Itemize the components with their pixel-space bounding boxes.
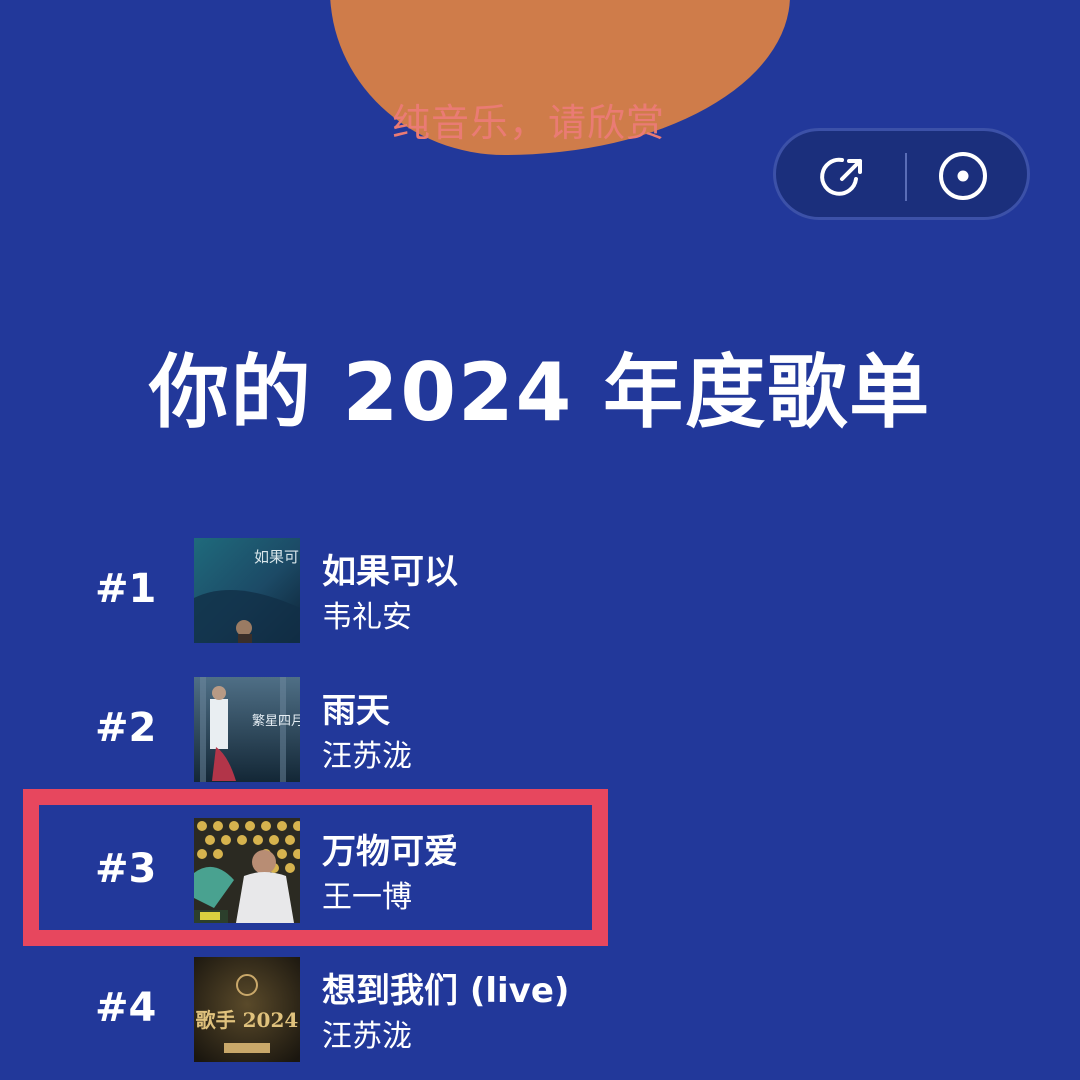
year-playlist-screen: 纯音乐，请欣赏 你的 2024 年度歌单 #1 如果可 如果可以 韦礼安 #2 …: [0, 0, 1080, 1080]
song-artist: 王一博: [322, 880, 412, 915]
song-row[interactable]: #4 歌手 2024 想到我们 (live) 汪苏泷: [0, 957, 1080, 1062]
song-rank: #4: [95, 985, 157, 1031]
song-artist: 汪苏泷: [322, 739, 412, 774]
song-title: 想到我们 (live): [322, 971, 570, 1011]
lyric-line: 纯音乐，请欣赏: [392, 101, 666, 145]
album-cover: 繁星四月: [194, 677, 300, 782]
share-arrow-icon[interactable]: [816, 149, 870, 203]
disc-icon[interactable]: [936, 149, 990, 203]
song-artist: 汪苏泷: [322, 1019, 412, 1054]
controls-divider: [905, 153, 907, 201]
song-row[interactable]: #3 万物可爱 王一博: [0, 818, 1080, 923]
album-cover: [194, 818, 300, 923]
song-row[interactable]: #1 如果可以 如果可以 韦礼安: [0, 538, 1080, 643]
album-cover: 如果可以: [194, 538, 300, 643]
song-title: 雨天: [322, 691, 390, 731]
page-title: 你的 2024 年度歌单: [148, 346, 932, 439]
song-title: 如果可以: [322, 552, 458, 592]
song-rank: #3: [95, 846, 157, 892]
player-controls: [773, 128, 1030, 220]
song-row[interactable]: #2 繁星四月 雨天 汪苏泷: [0, 677, 1080, 782]
cover-text: 繁星四月: [252, 713, 300, 729]
song-title: 万物可爱: [322, 832, 458, 872]
album-cover: 歌手 2024: [194, 957, 300, 1062]
cover-text: 如果可以: [254, 548, 300, 566]
song-rank: #1: [95, 566, 157, 612]
song-artist: 韦礼安: [322, 600, 412, 635]
cover-text: 歌手 2024: [196, 1008, 299, 1032]
song-rank: #2: [95, 705, 157, 751]
